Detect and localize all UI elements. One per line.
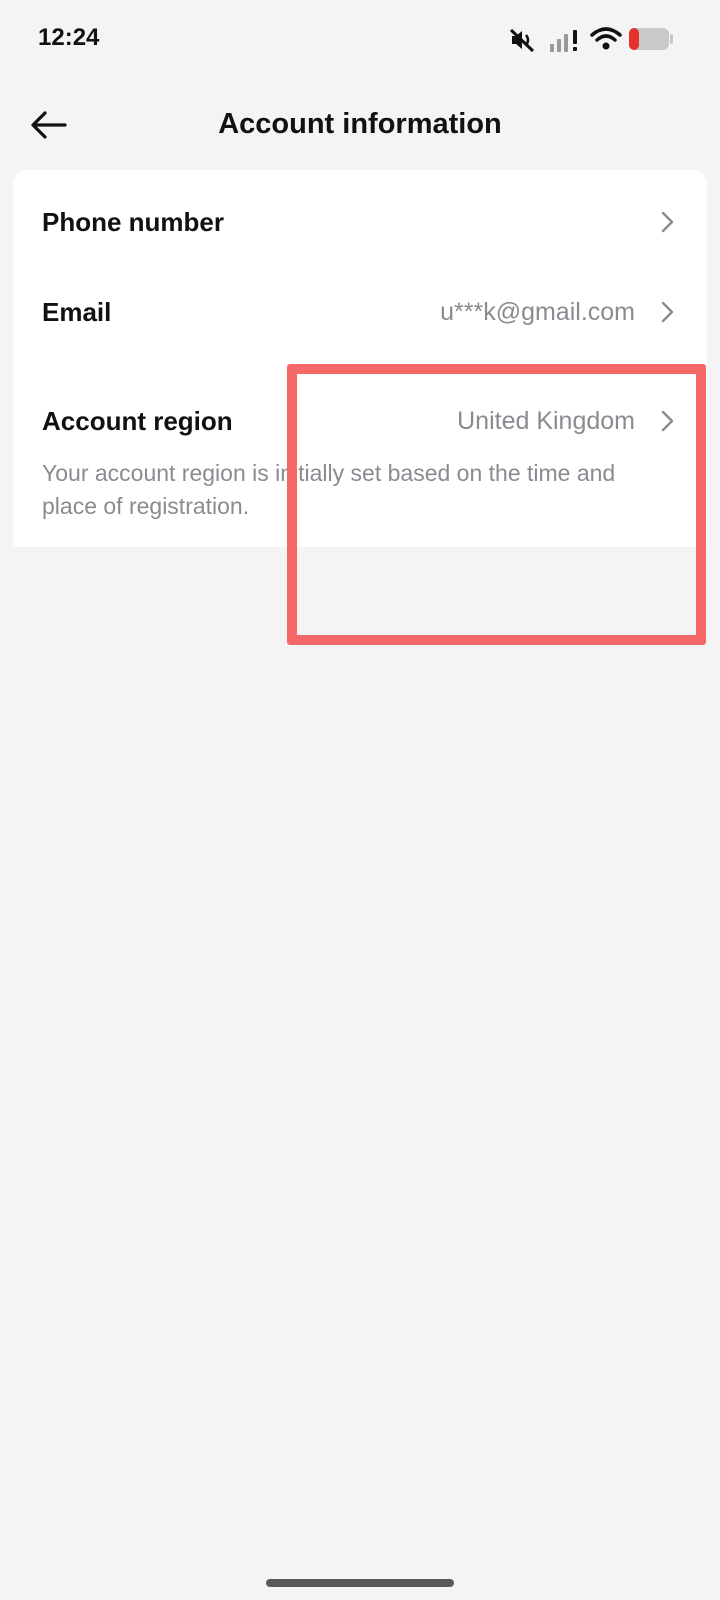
- page-title: Account information: [218, 108, 502, 140]
- mute-icon: [509, 28, 535, 53]
- chevron-right-icon: [661, 301, 674, 323]
- phone-number-row[interactable]: Phone number: [13, 176, 707, 268]
- email-row[interactable]: Email u***k@gmail.com: [13, 266, 707, 358]
- chevron-right-icon: [661, 211, 674, 233]
- phone-number-label: Phone number: [42, 207, 225, 237]
- status-bar: 12:24: [0, 0, 720, 80]
- wifi-icon: [590, 27, 622, 50]
- signal-icon: [550, 30, 577, 52]
- account-region-label: Account region: [42, 406, 233, 436]
- home-indicator: [266, 1579, 454, 1587]
- highlight-annotation-box: [287, 364, 706, 645]
- status-time: 12:24: [38, 24, 100, 51]
- email-value: u***k@gmail.com: [440, 298, 635, 326]
- nav-bar: Account information: [0, 88, 720, 162]
- battery-icon: [629, 28, 673, 50]
- email-label: Email: [42, 297, 112, 327]
- account-card: Phone number Email u***k@gmail.com: [13, 170, 707, 373]
